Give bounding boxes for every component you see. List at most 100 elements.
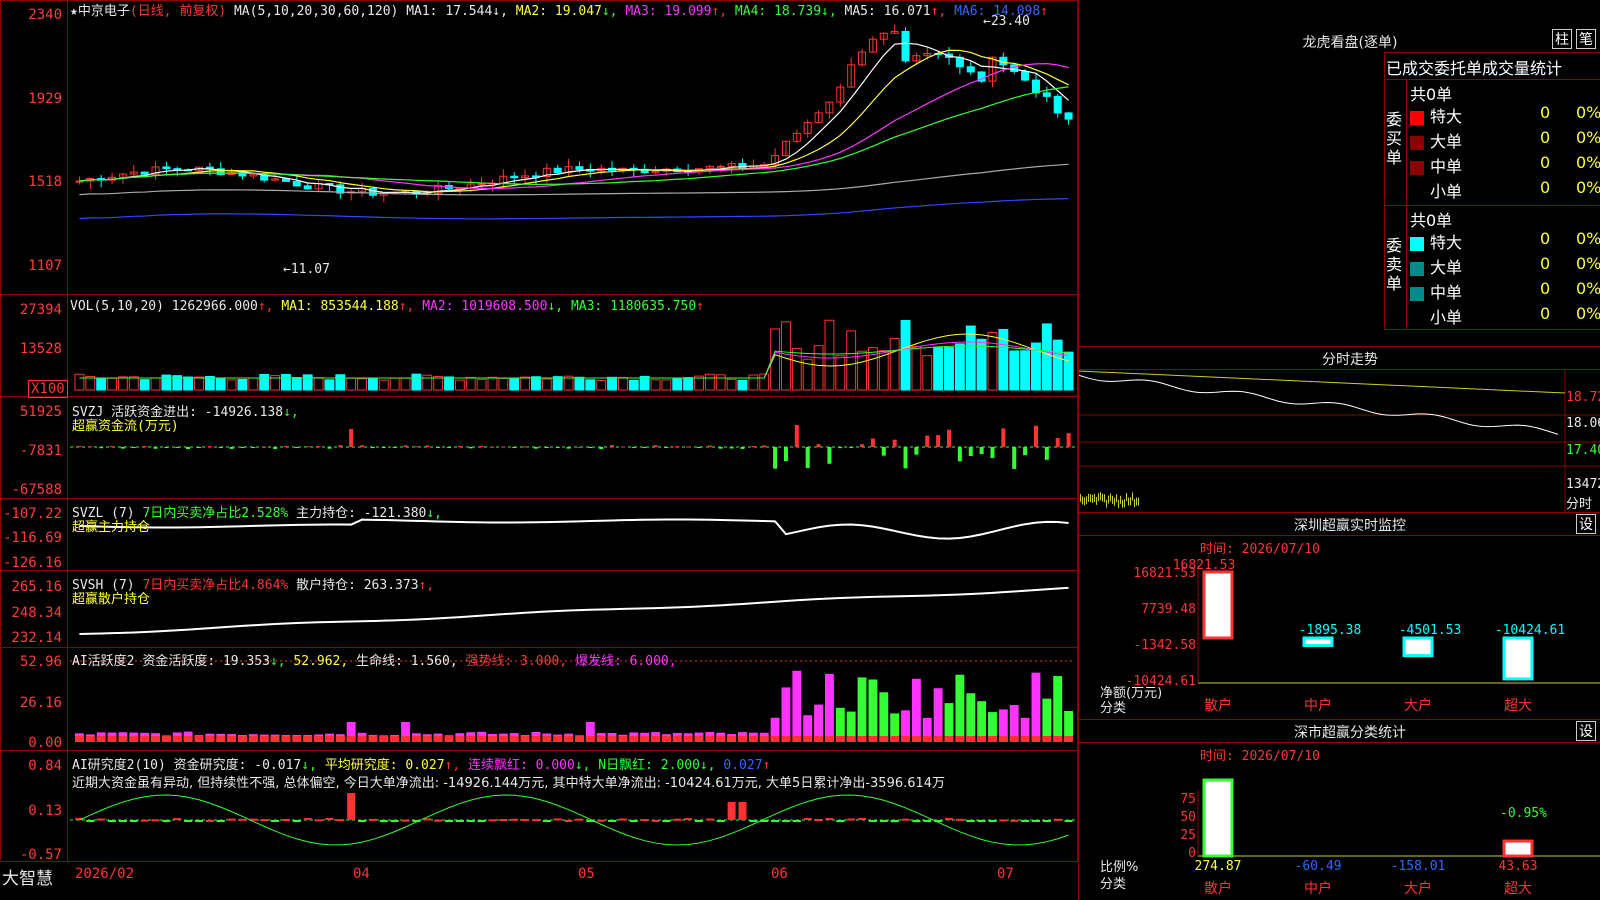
research-bar <box>890 820 899 823</box>
activity-base-bar <box>1009 736 1019 742</box>
volume-bar <box>574 376 585 391</box>
volume-bar <box>498 377 509 391</box>
ai2-last-arrow: ↑ <box>762 758 771 773</box>
volume-bar <box>781 321 791 391</box>
fund-flow-bar <box>838 447 843 449</box>
research-bar <box>749 820 758 822</box>
tick-view-button[interactable]: 笔 <box>1576 29 1596 49</box>
research-bar <box>325 817 334 820</box>
main-header: ★中京电子(日线, 前复权) MA(5,10,20,30,60,120) MA1… <box>70 0 1048 19</box>
fund-flow-bar <box>457 445 462 447</box>
volume-bar <box>411 373 422 391</box>
monitor-settings-button[interactable]: 设 <box>1576 514 1596 534</box>
volume-bar <box>259 373 270 391</box>
sell-row: 小单 0 0% <box>1410 304 1600 328</box>
activity-base-bar <box>205 736 215 742</box>
classify-category-label: 分类 <box>1100 877 1127 892</box>
ai1-axis-label: 26.16 <box>19 695 62 711</box>
fund-flow-bar <box>947 429 951 447</box>
fund-flow-bar <box>610 445 615 447</box>
svzl-ratio: 7日内买卖净占比2.528% <box>142 506 289 521</box>
ai1-label: AI活跃度2 <box>72 654 135 669</box>
volume-bar <box>248 377 259 391</box>
bar-view-button[interactable]: 柱 <box>1552 29 1572 49</box>
fund-flow-bar <box>827 447 832 464</box>
volume-bar <box>683 377 694 391</box>
volume-bar <box>335 374 346 391</box>
volume-bar <box>346 377 357 391</box>
volume-bar <box>715 374 726 391</box>
brand-logo[interactable]: 大智慧 <box>2 864 53 889</box>
volume-ma-line <box>79 333 1069 379</box>
classify-axis-label: 50 <box>1180 810 1196 825</box>
fund-flow-bar <box>577 446 582 448</box>
volume-bar <box>281 373 291 391</box>
fund-flow-bar <box>262 446 267 448</box>
fund-flow-bar <box>77 445 82 447</box>
fund-flow-bar <box>849 447 854 448</box>
svsh-axis-label: 232.14 <box>11 630 62 646</box>
volume-bar <box>465 376 476 391</box>
research-bar <box>173 818 182 821</box>
fund-flow-bar <box>675 446 680 448</box>
classify-settings-button[interactable]: 设 <box>1576 721 1596 741</box>
sell-row-name: 中单 <box>1430 283 1463 302</box>
activity-base-bar <box>194 736 204 742</box>
ai1-axis-label: 52.96 <box>19 654 62 670</box>
research-bar <box>445 820 453 822</box>
buy-row-percent: 0% <box>1576 153 1600 172</box>
fund-flow-bar <box>631 447 636 449</box>
ai1-burstline: 爆发线: 6.000, <box>574 654 677 669</box>
fund-flow-bar <box>153 447 158 449</box>
activity-base-bar <box>335 736 345 742</box>
research-bar <box>521 818 530 821</box>
vol-ma3: MA3: 1180635.750 <box>570 299 697 314</box>
sell-row-name: 特大 <box>1430 233 1463 252</box>
main-axis-label: 2340 <box>28 7 62 23</box>
fund-flow-bar <box>936 435 941 447</box>
research-bar <box>216 820 225 822</box>
ma-line <box>79 63 1069 190</box>
activity-base-bar <box>911 736 921 742</box>
activity-base-bar <box>161 736 171 742</box>
svsh-ratio: 7日内买卖净占比4.864% <box>142 578 289 593</box>
activity-base-bar <box>390 736 400 742</box>
activity-base-bar <box>629 736 639 742</box>
volume-bar <box>128 376 139 391</box>
research-bar <box>966 820 975 822</box>
activity-bar <box>857 677 867 742</box>
activity-base-bar <box>238 736 247 742</box>
activity-base-bar <box>792 736 802 742</box>
main-axis-label: 1518 <box>28 174 62 190</box>
research-bar <box>227 818 236 821</box>
activity-base-bar <box>618 736 628 742</box>
volume-bar <box>835 355 846 391</box>
ai1-activity-arrow: ↓, <box>269 654 286 669</box>
intraday-axis-label: 18.06 <box>1566 416 1600 431</box>
period-label[interactable]: (日线, 前复权) <box>130 4 226 19</box>
longhu-divider <box>1384 205 1600 206</box>
vol-axis-label: 13528 <box>19 341 62 357</box>
research-bar <box>662 820 671 822</box>
longhu-divider <box>1384 79 1600 80</box>
legend-swatch-icon <box>1410 160 1424 175</box>
favorite-star-icon[interactable]: ★ <box>70 4 78 19</box>
research-bar <box>684 818 693 821</box>
fund-flow-bar <box>164 447 169 448</box>
svzj-axis-label: 51925 <box>19 404 62 420</box>
ma-line <box>79 86 1069 186</box>
fund-flow-bar <box>273 447 278 449</box>
activity-base-bar <box>998 736 1008 742</box>
vol-unit-label[interactable]: X100 <box>28 380 68 398</box>
ai2-research: 资金研究度: -0.017 <box>173 758 302 773</box>
ai1-header: AI活跃度2 资金活跃度: 19.353↓, 52.962, 生命线: 1.56… <box>72 650 677 669</box>
candle-body <box>966 66 975 73</box>
vol-ma1-arrow: ↑, <box>398 299 415 314</box>
volume-bar <box>900 320 911 391</box>
sell-row-percent: 0% <box>1576 304 1600 323</box>
activity-bar <box>1031 672 1041 742</box>
activity-base-bar <box>781 736 791 742</box>
ma-line <box>79 198 1069 220</box>
monitor-time: 时间: 2026/07/10 <box>1200 542 1320 557</box>
activity-base-bar <box>259 736 269 742</box>
